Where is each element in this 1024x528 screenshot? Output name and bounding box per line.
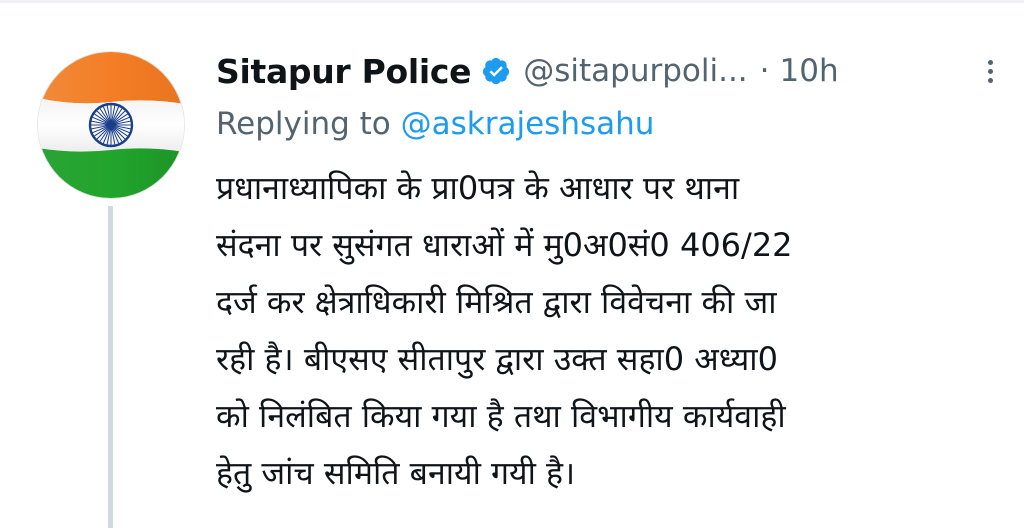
more-options-icon[interactable] <box>978 52 1002 90</box>
tweet-text: प्रधानाध्यापिका के प्रा0पत्र के आधार पर … <box>216 160 996 502</box>
separator-dot: · <box>759 53 770 89</box>
thread-line <box>108 206 113 528</box>
tweet-timestamp[interactable]: 10h <box>780 53 839 89</box>
author-name[interactable]: Sitapur Police <box>216 52 472 91</box>
tweet-text-line: रही है। बीएसए सीतापुर द्वारा उक्त सहा0 अ… <box>216 340 778 378</box>
replying-prefix: Replying to <box>216 106 391 142</box>
verified-badge-icon <box>481 56 511 86</box>
avatar[interactable] <box>38 52 184 198</box>
ashoka-chakra-icon <box>88 102 134 148</box>
tweet-text-line: दर्ज कर क्षेत्राधिकारी मिश्रित द्वारा वि… <box>216 283 777 321</box>
replying-to: Replying to @askrajeshsahu <box>216 106 654 142</box>
author-handle[interactable]: @sitapurpoli... <box>523 53 747 89</box>
tweet-text-line: को निलंबित किया गया है तथा विभागीय कार्य… <box>216 397 786 435</box>
top-divider <box>0 0 1024 3</box>
replying-to-mention[interactable]: @askrajeshsahu <box>401 106 655 142</box>
tweet-header: Sitapur Police @sitapurpoli... · 10h <box>216 46 1006 96</box>
tweet-text-line: हेतु जांच समिति बनायी गयी है। <box>216 454 576 492</box>
indian-flag-avatar-icon <box>38 52 184 198</box>
tweet-text-line: संदना पर सुसंगत धाराओं में मु0अ0सं0 406/… <box>216 226 793 264</box>
tweet-text-line: प्रधानाध्यापिका के प्रा0पत्र के आधार पर … <box>216 169 740 207</box>
